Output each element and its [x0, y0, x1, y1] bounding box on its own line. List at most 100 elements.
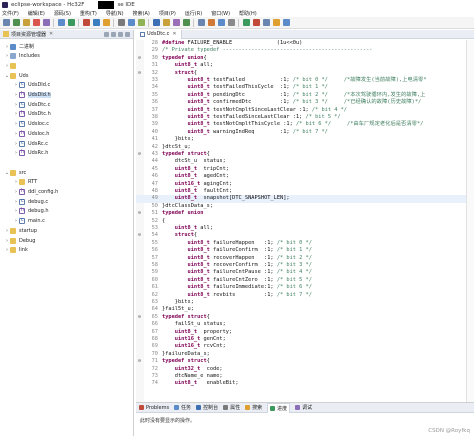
- record-icon[interactable]: [253, 19, 260, 26]
- tree-item[interactable]: › 二进制: [4, 42, 34, 51]
- refresh-icon[interactable]: [243, 19, 250, 26]
- terminate-icon[interactable]: [83, 19, 90, 26]
- code-line[interactable]: 72 uint32_t code;: [136, 366, 474, 373]
- fold-toggle-icon[interactable]: ⊖: [138, 232, 141, 239]
- tree-item[interactable]: ›: [4, 61, 19, 70]
- tree-item[interactable]: ›main.c: [13, 217, 45, 226]
- build-icon[interactable]: [43, 19, 50, 26]
- code-line[interactable]: ⊖ 71 typedef struct{: [136, 358, 474, 365]
- menu-item-3[interactable]: 重构(T): [80, 10, 97, 17]
- code-line[interactable]: 68 uint16_t genCnt;: [136, 336, 474, 343]
- code-line[interactable]: 49 uint8_t snapshot[DTC_SNAPSHOT_LEN];: [136, 195, 474, 203]
- code-line[interactable]: 48 uint8_t faultCnt;: [136, 188, 474, 195]
- back-icon[interactable]: [128, 19, 135, 26]
- tree-item[interactable]: [4, 158, 10, 167]
- tree-item[interactable]: › link: [4, 246, 28, 255]
- bottom-tab-3[interactable]: 属性: [223, 404, 240, 411]
- bookmark-icon[interactable]: [163, 19, 170, 26]
- fold-toggle-icon[interactable]: ⊖: [138, 358, 141, 365]
- code-line[interactable]: ⊖ 43 typedef struct{: [136, 151, 474, 158]
- code-line[interactable]: 63 }bits;: [136, 299, 474, 306]
- tree-item[interactable]: › Debug: [4, 236, 35, 245]
- tree-item[interactable]: ›UdsDId.h: [13, 91, 51, 100]
- new-icon[interactable]: [3, 19, 10, 26]
- code-line[interactable]: 66 failSt_u status;: [136, 321, 474, 328]
- code-line[interactable]: 40 uint8_t warningIndReq :1; /* bit 7 */: [136, 129, 474, 136]
- code-line[interactable]: 47 uint16_t agingCnt;: [136, 181, 474, 188]
- tree-item[interactable]: ›UdsDtc.c: [13, 100, 50, 109]
- editor-overview-ruler[interactable]: [466, 40, 474, 402]
- code-line[interactable]: 52 {: [136, 218, 474, 225]
- tree-item[interactable]: ›ddl_config.h: [13, 188, 58, 197]
- menu-item-6[interactable]: 项目(P): [159, 10, 176, 17]
- tree-item[interactable]: › startup: [4, 226, 37, 235]
- code-line[interactable]: ⊖ 65 typedef struct{: [136, 314, 474, 321]
- code-line[interactable]: 39 uint8_t testNotCmpltThisCycle :1; /* …: [136, 121, 474, 128]
- tree-item[interactable]: ›UdsRc.c: [13, 139, 48, 148]
- bottom-tab-6[interactable]: 调试: [295, 404, 312, 411]
- code-line[interactable]: 41 }bits;: [136, 136, 474, 143]
- bottom-tab-4[interactable]: 搜索: [245, 404, 262, 411]
- code-line[interactable]: 56 uint8_t failureConfirm :1; /* bit 1 *…: [136, 247, 474, 254]
- editor-tab-udsdtc[interactable]: UdsDtc.c ✕: [136, 29, 182, 39]
- collapse-all-icon[interactable]: [104, 31, 109, 37]
- task-icon[interactable]: [173, 19, 180, 26]
- bottom-tab-1[interactable]: 任务: [174, 404, 191, 411]
- nav-prev-icon[interactable]: [198, 19, 205, 26]
- menu-item-2[interactable]: 源码(S): [54, 10, 71, 17]
- menu-item-0[interactable]: 文件(F): [2, 10, 19, 17]
- code-line[interactable]: 46 uint8_t agedCnt;: [136, 173, 474, 180]
- close-icon[interactable]: ✕: [172, 31, 176, 37]
- tree-item[interactable]: ›UdsRc.h: [13, 149, 48, 158]
- tree-item[interactable]: › RTT: [13, 178, 37, 187]
- code-line[interactable]: ⊖ 32 struct{: [136, 70, 474, 77]
- code-line[interactable]: 64}fail5t_u;: [136, 306, 474, 313]
- stop-icon[interactable]: [33, 19, 40, 26]
- info-icon[interactable]: [283, 19, 290, 26]
- fold-toggle-icon[interactable]: ⊖: [138, 210, 141, 217]
- code-line[interactable]: 36 uint8_t confirmedDtc :1; /* bit 3 */ …: [136, 99, 474, 106]
- search-icon[interactable]: [118, 19, 125, 26]
- code-line[interactable]: 58 uint8_t recoverConfirm :1; /* bit 3 *…: [136, 262, 474, 269]
- run-icon[interactable]: [68, 19, 75, 26]
- bottom-tab-5[interactable]: 进度: [267, 402, 291, 413]
- console-icon[interactable]: [183, 19, 190, 26]
- menu-item-4[interactable]: 导航(N): [106, 10, 124, 17]
- step-into-icon[interactable]: [93, 19, 100, 26]
- code-line[interactable]: 50}dtcClassData_s;: [136, 203, 474, 210]
- step-over-icon[interactable]: [103, 19, 110, 26]
- view-menu-icon[interactable]: [118, 31, 123, 37]
- code-line[interactable]: 42}dtcSt_u;: [136, 144, 474, 151]
- code-line[interactable]: 29 /* Private typedef -------------------…: [136, 47, 474, 54]
- nav-next-icon[interactable]: [208, 19, 215, 26]
- menu-item-1[interactable]: 编辑(E): [28, 10, 45, 17]
- code-line[interactable]: 34 uint8_t testFailedThisCycle :1; /* bi…: [136, 84, 474, 91]
- menu-item-5[interactable]: 搜索(A): [133, 10, 150, 17]
- code-line[interactable]: 55 uint8_t failureHappen :1; /* bit 0 */: [136, 240, 474, 247]
- forward-icon[interactable]: [138, 19, 145, 26]
- tree-item[interactable]: ›UdsIoc.h: [13, 129, 49, 138]
- code-line[interactable]: 45 uint8_t tripCnt;: [136, 166, 474, 173]
- minimize-icon[interactable]: [125, 31, 130, 37]
- bottom-tab-0[interactable]: Problems: [139, 405, 169, 411]
- code-line[interactable]: 57 uint8_t recoverHappen :1; /* bit 2 */: [136, 255, 474, 262]
- code-line[interactable]: ⊖ 30 typedef union{: [136, 55, 474, 62]
- menu-item-7[interactable]: 运行(R): [185, 10, 202, 17]
- open-icon[interactable]: [23, 19, 30, 26]
- debug-icon[interactable]: [58, 19, 65, 26]
- tree-item[interactable]: ›UdsDId.c: [13, 81, 50, 90]
- code-line[interactable]: 59 uint8_t failureCntPause :1; /* bit 4 …: [136, 269, 474, 276]
- code-line[interactable]: 62 uint8_t revbits :1; /* bit 7 */: [136, 292, 474, 299]
- code-line[interactable]: 31 uint8_t all;: [136, 62, 474, 69]
- code-line[interactable]: 69 uint16_t rcvCnt;: [136, 343, 474, 350]
- code-line[interactable]: 33 uint8_t testFailed :1; /* bit 0 */ /*…: [136, 77, 474, 84]
- fold-toggle-icon[interactable]: ⊖: [138, 70, 141, 77]
- project-explorer-tab[interactable]: 项目资源管理器 ✕: [0, 30, 133, 39]
- code-line[interactable]: 70}failureData_s;: [136, 351, 474, 358]
- code-line[interactable]: 67 uint8_t property;: [136, 329, 474, 336]
- tree-item[interactable]: ›debug.h: [13, 207, 49, 216]
- code-line[interactable]: 73 dtcName_e name;: [136, 373, 474, 380]
- fold-toggle-icon[interactable]: ⊖: [138, 314, 141, 321]
- bottom-tab-2[interactable]: 控制台: [196, 404, 218, 411]
- code-text-area[interactable]: 28 #define FAILURE_ENABLE (1u<<0u) 29 /* Pr…: [136, 40, 474, 402]
